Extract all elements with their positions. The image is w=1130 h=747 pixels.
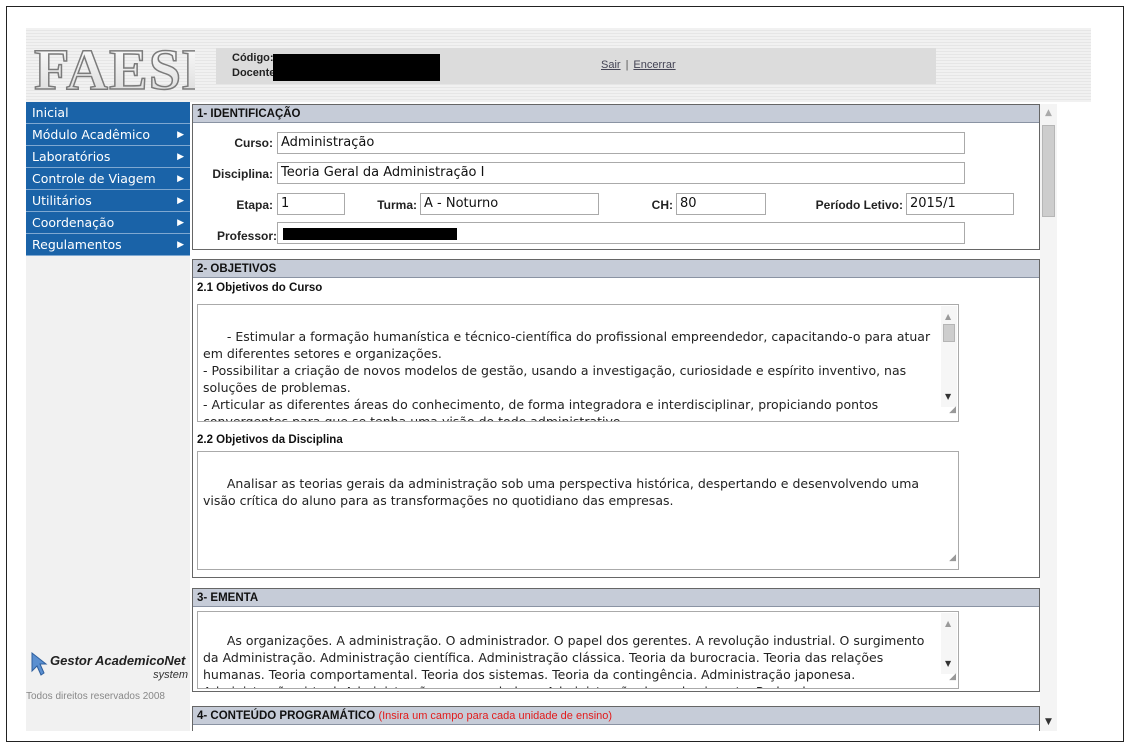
periodo-letivo-label: Período Letivo: xyxy=(815,198,903,212)
sidebar: Inicial Módulo Acadêmico ▶ Laboratórios ▶ … xyxy=(26,102,190,731)
ementa-text: As organizações. A administração. O admi… xyxy=(203,633,925,688)
gestor-subtitle: system xyxy=(153,669,188,681)
codigo-label: Código: xyxy=(232,52,274,64)
section-title: 2- OBJETIVOS xyxy=(193,260,1039,278)
chevron-right-icon: ▶ xyxy=(177,196,184,206)
faesb-logo: FAESB xyxy=(33,36,195,97)
ementa-textarea[interactable]: As organizações. A administração. O admi… xyxy=(197,611,959,689)
resize-grip-icon[interactable]: ◢ xyxy=(949,669,956,686)
sidebar-item-utilitarios[interactable]: Utilitários ▶ xyxy=(26,190,190,212)
textarea-scrollbar[interactable]: ▲ ▼ xyxy=(941,306,957,407)
chevron-right-icon: ▶ xyxy=(177,240,184,250)
redacted-user-info xyxy=(273,54,440,81)
sidebar-item-label: Laboratórios xyxy=(32,149,111,164)
section-title: 4- CONTEÚDO PROGRAMÁTICO (Insira um camp… xyxy=(193,707,1039,725)
periodo-letivo-field[interactable]: 2015/1 xyxy=(906,193,1014,215)
redacted-professor-name xyxy=(283,228,457,240)
sidebar-item-modulo-academico[interactable]: Módulo Acadêmico ▶ xyxy=(26,124,190,146)
objetivos-disciplina-textarea[interactable]: Analisar as teorias gerais da administra… xyxy=(197,451,959,570)
gestor-branding: Gestor AcademicoNet system Todos direito… xyxy=(26,647,190,707)
chevron-right-icon: ▶ xyxy=(177,130,184,140)
copyright-text: Todos direitos reservados 2008 xyxy=(26,691,165,702)
resize-grip-icon[interactable]: ◢ xyxy=(949,402,956,419)
scroll-thumb[interactable] xyxy=(943,324,955,342)
textarea-scrollbar[interactable]: ▲ ▼ xyxy=(941,613,957,674)
link-separator: | xyxy=(625,59,629,71)
cursor-icon xyxy=(31,651,48,676)
curso-field[interactable]: Administração xyxy=(277,132,965,154)
scroll-up-icon[interactable]: ▲ xyxy=(945,615,951,632)
sidebar-item-label: Inicial xyxy=(32,105,69,120)
objetivos-curso-text: - Estimular a formação humanística e téc… xyxy=(203,329,931,422)
gestor-title: Gestor AcademicoNet xyxy=(50,653,186,668)
chevron-right-icon: ▶ xyxy=(177,218,184,228)
section-title: 1- IDENTIFICAÇÃO xyxy=(193,105,1039,123)
page-scrollbar[interactable]: ▲ ▼ xyxy=(1040,104,1057,731)
chevron-right-icon: ▶ xyxy=(177,174,184,184)
disciplina-field[interactable]: Teoria Geral da Administração I xyxy=(277,162,965,184)
sair-link[interactable]: Sair xyxy=(601,59,621,71)
objetivos-curso-label: 2.1 Objetivos do Curso xyxy=(197,282,323,294)
page-header: FAESB Código: Docente: Sair | Encerrar xyxy=(26,28,1091,102)
turma-field[interactable]: A - Noturno xyxy=(420,193,599,215)
sidebar-item-controle-de-viagem[interactable]: Controle de Viagem ▶ xyxy=(26,168,190,190)
curso-label: Curso: xyxy=(234,136,273,150)
svg-text:FAESB: FAESB xyxy=(34,37,195,97)
disciplina-label: Disciplina: xyxy=(212,167,273,181)
scroll-down-icon[interactable]: ▼ xyxy=(1045,717,1052,727)
sidebar-item-coordenacao[interactable]: Coordenação ▶ xyxy=(26,212,190,234)
section-identificacao: 1- IDENTIFICAÇÃO Curso: Administração Di… xyxy=(192,104,1040,250)
sidebar-item-label: Regulamentos xyxy=(32,237,122,252)
objetivos-curso-textarea[interactable]: - Estimular a formação humanística e téc… xyxy=(197,304,959,422)
sidebar-item-label: Módulo Acadêmico xyxy=(32,127,151,142)
section-conteudo-programatico: 4- CONTEÚDO PROGRAMÁTICO (Insira um camp… xyxy=(192,706,1040,731)
header-links: Sair | Encerrar xyxy=(601,59,676,71)
sidebar-item-label: Utilitários xyxy=(32,193,92,208)
sidebar-item-regulamentos[interactable]: Regulamentos ▶ xyxy=(26,234,190,256)
scroll-thumb[interactable] xyxy=(1042,125,1055,217)
section-ementa: 3- EMENTA As organizações. A administraç… xyxy=(192,588,1040,692)
docente-label: Docente: xyxy=(232,67,280,79)
sidebar-item-laboratorios[interactable]: Laboratórios ▶ xyxy=(26,146,190,168)
objetivos-disciplina-label: 2.2 Objetivos da Disciplina xyxy=(197,434,343,446)
sidebar-item-label: Controle de Viagem xyxy=(32,171,156,186)
ch-field[interactable]: 80 xyxy=(676,193,766,215)
etapa-field[interactable]: 1 xyxy=(277,193,345,215)
encerrar-link[interactable]: Encerrar xyxy=(633,59,675,71)
scroll-up-icon[interactable]: ▲ xyxy=(945,308,951,325)
professor-label: Professor: xyxy=(216,229,277,243)
section-objetivos: 2- OBJETIVOS 2.1 Objetivos do Curso - Es… xyxy=(192,259,1040,578)
section-title: 3- EMENTA xyxy=(193,589,1039,607)
conteudo-hint: (Insira um campo para cada unidade de en… xyxy=(378,710,613,722)
chevron-right-icon: ▶ xyxy=(177,152,184,162)
etapa-label: Etapa: xyxy=(236,198,273,212)
objetivos-disciplina-text: Analisar as teorias gerais da administra… xyxy=(203,476,924,508)
resize-grip-icon[interactable]: ◢ xyxy=(949,550,956,567)
sidebar-item-label: Coordenação xyxy=(32,215,115,230)
main-content: 1- IDENTIFICAÇÃO Curso: Administração Di… xyxy=(192,104,1040,731)
turma-label: Turma: xyxy=(377,198,417,212)
sidebar-item-inicial[interactable]: Inicial xyxy=(26,102,190,124)
conteudo-title: 4- CONTEÚDO PROGRAMÁTICO xyxy=(197,710,376,722)
scroll-up-icon[interactable]: ▲ xyxy=(1045,108,1052,118)
ch-label: CH: xyxy=(651,198,673,212)
